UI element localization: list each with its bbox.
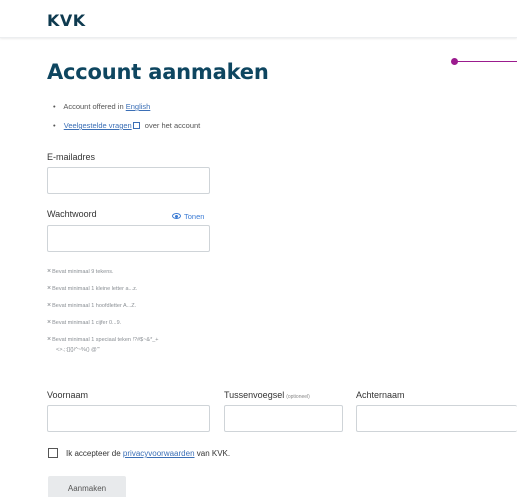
requirement-item: ×Bevat minimaal 1 kleine letter a...z.: [47, 285, 138, 292]
firstname-field[interactable]: [47, 405, 210, 432]
language-info: Account offered in English: [53, 101, 200, 120]
consent-checkbox[interactable]: [48, 448, 58, 458]
info-list: Account offered in English Veelgestelde …: [53, 101, 200, 139]
external-link-icon: [132, 122, 140, 129]
faq-info: Veelgestelde vragen over het account: [53, 120, 201, 139]
optional-hint: (optioneel): [286, 394, 310, 400]
middlename-label: Tussenvoegsel (optioneel): [224, 390, 310, 400]
cross-icon: ×: [47, 319, 52, 326]
english-link[interactable]: English: [126, 102, 151, 111]
show-password-toggle[interactable]: Tonen: [172, 212, 204, 221]
cross-icon: ×: [47, 336, 52, 343]
password-requirements: ×Bevat minimaal 9 tekens. ×Bevat minimaa…: [47, 268, 159, 353]
show-password-label: Tonen: [184, 212, 205, 221]
top-bar: KVK: [0, 0, 517, 38]
requirement-item: ×Bevat minimaal 1 cijfer 0...9.: [47, 319, 122, 326]
requirement-special-chars: <>.;:[]{}/^~%() @"': [56, 347, 100, 353]
faq-link[interactable]: Veelgestelde vragen: [64, 121, 132, 130]
decorative-dot: [451, 58, 458, 65]
cross-icon: ×: [47, 302, 52, 309]
kvk-logo[interactable]: KVK: [47, 11, 86, 30]
consent-text: Ik accepteer de privacyvoorwaarden van K…: [66, 449, 231, 458]
firstname-label: Voornaam: [47, 390, 89, 400]
submit-button[interactable]: Aanmaken: [48, 476, 126, 497]
decorative-line: [456, 61, 517, 62]
page-title: Account aanmaken: [47, 60, 269, 84]
requirement-item: ×Bevat minimaal 9 tekens.: [47, 268, 114, 275]
eye-icon: [172, 213, 181, 219]
privacy-link[interactable]: privacyvoorwaarden: [123, 449, 195, 458]
requirement-item: ×Bevat minimaal 1 hoofdletter A...Z.: [47, 302, 137, 309]
middlename-field[interactable]: [224, 405, 343, 432]
password-label: Wachtwoord: [47, 209, 97, 219]
lastname-label: Achternaam: [356, 390, 405, 400]
faq-suffix: over het account: [142, 121, 201, 130]
cross-icon: ×: [47, 285, 52, 292]
language-info-text: Account offered in: [63, 102, 126, 111]
cross-icon: ×: [47, 268, 52, 275]
lastname-field[interactable]: [356, 405, 517, 432]
email-field[interactable]: [47, 167, 210, 194]
email-label: E-mailadres: [47, 152, 96, 162]
password-field[interactable]: [47, 225, 210, 252]
